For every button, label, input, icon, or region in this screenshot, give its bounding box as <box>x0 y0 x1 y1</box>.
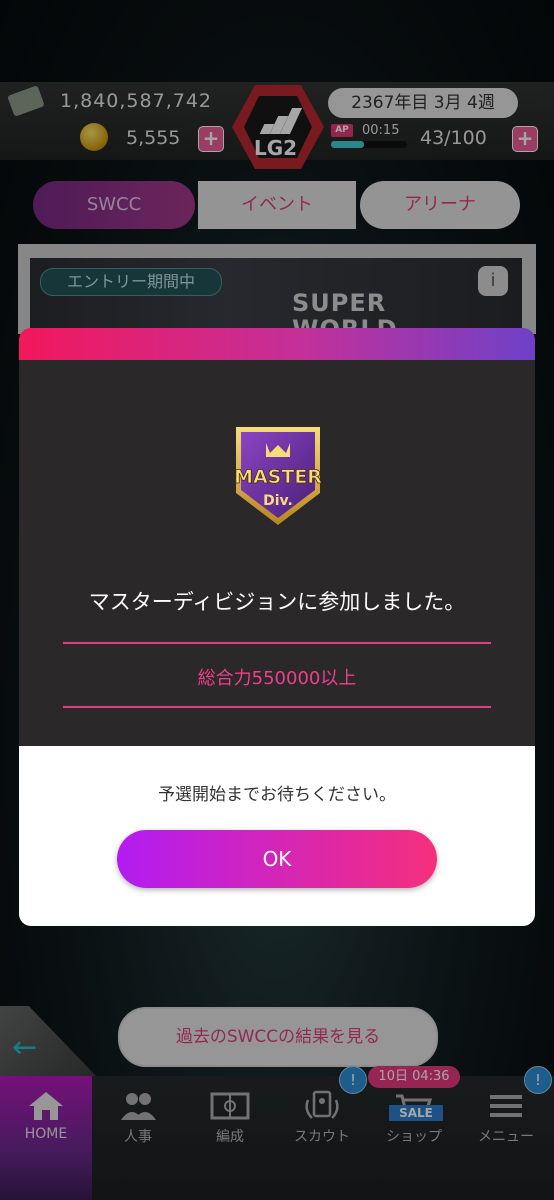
division-modal: MASTER Div. マスターディビジョンに参加しました。 総合力550000… <box>19 328 535 926</box>
badge-text-master: MASTER <box>234 466 322 488</box>
requirement-text: 総合力550000以上 <box>197 668 357 689</box>
modal-title: マスターディビジョンに参加しました。 <box>88 590 466 614</box>
modal-header-bar <box>19 328 535 360</box>
divider-top <box>63 642 491 644</box>
wait-message: 予選開始までお待ちください。 <box>158 785 396 805</box>
badge-text-div: Div. <box>263 493 293 509</box>
ok-button[interactable]: OK <box>117 830 437 888</box>
divider-bottom <box>63 706 491 708</box>
master-division-badge: MASTER Div. <box>234 427 323 525</box>
